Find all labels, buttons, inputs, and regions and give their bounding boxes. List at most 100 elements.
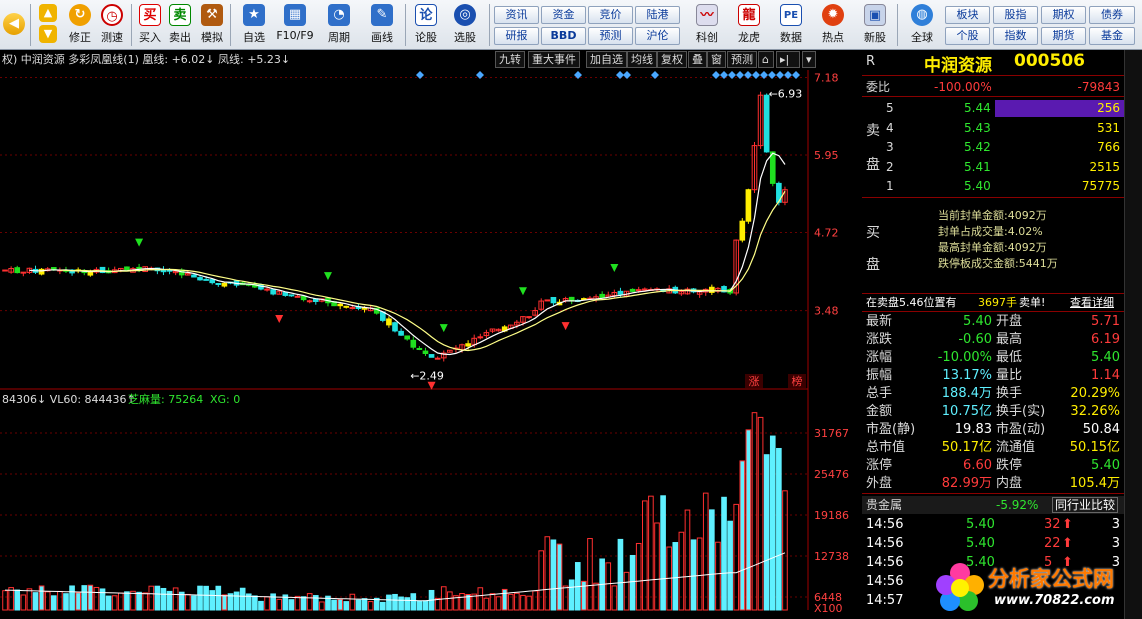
candle[interactable] xyxy=(8,266,14,274)
btn-major-events[interactable]: 重大事件 xyxy=(528,51,580,68)
candle[interactable] xyxy=(532,307,538,317)
candle[interactable] xyxy=(721,285,727,293)
btn-qihuo[interactable]: 期货 xyxy=(1041,27,1086,45)
candle[interactable] xyxy=(709,284,715,295)
candle[interactable] xyxy=(2,269,8,272)
sell-level-3[interactable]: 3 5.42 766 xyxy=(862,138,1124,156)
btn-ma[interactable]: 均线 xyxy=(627,51,657,68)
candle-body xyxy=(392,322,398,332)
candle[interactable] xyxy=(751,141,758,194)
candle[interactable] xyxy=(739,218,746,243)
kline-chart[interactable]: 7.185.954.723.48317672547619186127386448… xyxy=(0,0,862,619)
candle-body xyxy=(221,282,228,287)
candle[interactable] xyxy=(105,267,112,274)
candle[interactable] xyxy=(379,311,386,323)
volume-bar xyxy=(684,509,691,611)
btn-overlay[interactable]: 叠 xyxy=(688,51,707,68)
volume-bar xyxy=(379,601,386,611)
btn-jiuzhuan[interactable]: 九转 xyxy=(495,51,525,68)
candle[interactable] xyxy=(160,266,167,276)
candle[interactable] xyxy=(447,349,453,353)
candle[interactable] xyxy=(757,91,764,149)
view-detail-link[interactable]: 查看详细 xyxy=(1070,294,1114,312)
candle[interactable] xyxy=(581,297,587,301)
candle[interactable] xyxy=(300,295,307,302)
candle[interactable] xyxy=(611,289,618,299)
candle[interactable] xyxy=(782,186,788,206)
candle[interactable] xyxy=(282,291,289,297)
candle[interactable] xyxy=(288,294,295,297)
candle[interactable] xyxy=(392,321,398,333)
candle[interactable] xyxy=(209,278,216,285)
candle[interactable] xyxy=(477,333,484,340)
candle[interactable] xyxy=(599,291,605,299)
candle[interactable] xyxy=(32,265,39,275)
candle[interactable] xyxy=(124,266,130,271)
home-icon[interactable]: ⌂ xyxy=(758,51,774,68)
candle[interactable] xyxy=(538,298,545,311)
candle[interactable] xyxy=(38,268,45,276)
volume-bar xyxy=(300,596,307,611)
candle[interactable] xyxy=(312,298,319,305)
btn-jijin[interactable]: 基金 xyxy=(1089,27,1135,45)
dropdown-icon[interactable]: ▾ xyxy=(802,51,816,68)
sell-level-4[interactable]: 4 5.43 531 xyxy=(862,119,1124,137)
candle[interactable] xyxy=(404,335,411,341)
candle[interactable] xyxy=(215,282,222,287)
price-tick-label: 3.48 xyxy=(814,305,839,318)
btn-gegu[interactable]: 个股 xyxy=(945,27,990,45)
btn-forecast[interactable]: 预测 xyxy=(727,51,757,68)
btn-window[interactable]: 窗 xyxy=(707,51,726,68)
btn-bankuai[interactable]: 板块 xyxy=(945,6,990,24)
candle[interactable] xyxy=(428,354,435,358)
candle[interactable] xyxy=(270,289,276,296)
candle[interactable] xyxy=(763,93,770,153)
btn-zhaiquan[interactable]: 债券 xyxy=(1089,6,1135,24)
candle[interactable] xyxy=(629,288,636,292)
toolbar-btn-16[interactable]: ◍ 全球 xyxy=(902,3,942,47)
volume-bar xyxy=(270,593,276,611)
btn-qiquan[interactable]: 期权 xyxy=(1041,6,1086,24)
candle[interactable] xyxy=(769,151,776,187)
candle[interactable] xyxy=(410,336,417,350)
candle-body xyxy=(270,289,276,295)
candle[interactable] xyxy=(306,299,313,304)
sell-level-5[interactable]: 5 5.44 256 xyxy=(862,99,1124,117)
right-scrollbar[interactable] xyxy=(1124,50,1142,619)
candle[interactable] xyxy=(483,329,490,339)
toolbar-btn-15[interactable]: ▣ 新股 xyxy=(858,3,892,47)
candle[interactable] xyxy=(221,282,228,288)
candle[interactable] xyxy=(434,356,441,360)
candle[interactable] xyxy=(386,316,392,328)
candle[interactable] xyxy=(325,297,331,307)
expand-icon[interactable]: ▸| xyxy=(776,51,800,68)
candle[interactable] xyxy=(440,350,447,362)
candle[interactable] xyxy=(526,316,532,320)
volume-bar xyxy=(629,554,636,611)
candle[interactable] xyxy=(702,288,709,296)
candle[interactable] xyxy=(422,347,429,356)
candle[interactable] xyxy=(489,328,496,333)
btn-add-watch[interactable]: 加自选 xyxy=(586,51,627,68)
candle[interactable] xyxy=(544,299,551,302)
candle-body xyxy=(422,350,429,355)
candle[interactable] xyxy=(111,266,118,274)
candle[interactable] xyxy=(57,267,63,275)
stat-row: 涨跌 -0.60 最高 6.19 xyxy=(866,332,1120,347)
btn-guzhi[interactable]: 股指 xyxy=(993,6,1038,24)
candle[interactable] xyxy=(416,346,423,351)
candle[interactable] xyxy=(343,305,350,309)
btn-fuquan[interactable]: 复权 xyxy=(657,51,687,68)
btn-zhishu[interactable]: 指数 xyxy=(993,27,1038,45)
candle[interactable] xyxy=(398,328,404,336)
candle[interactable] xyxy=(745,188,752,224)
sell-level-2[interactable]: 2 5.41 2515 xyxy=(862,158,1124,176)
sell-level-1[interactable]: 1 5.40 75775 xyxy=(862,177,1124,195)
industry-compare-button[interactable]: 同行业比较 xyxy=(1052,497,1119,513)
candle[interactable] xyxy=(99,266,106,274)
candle[interactable] xyxy=(20,271,27,277)
candle[interactable] xyxy=(495,328,502,332)
candle[interactable] xyxy=(14,265,21,274)
candle[interactable] xyxy=(550,296,557,306)
stat-row: 最新 5.40 开盘 5.71 xyxy=(866,314,1120,329)
